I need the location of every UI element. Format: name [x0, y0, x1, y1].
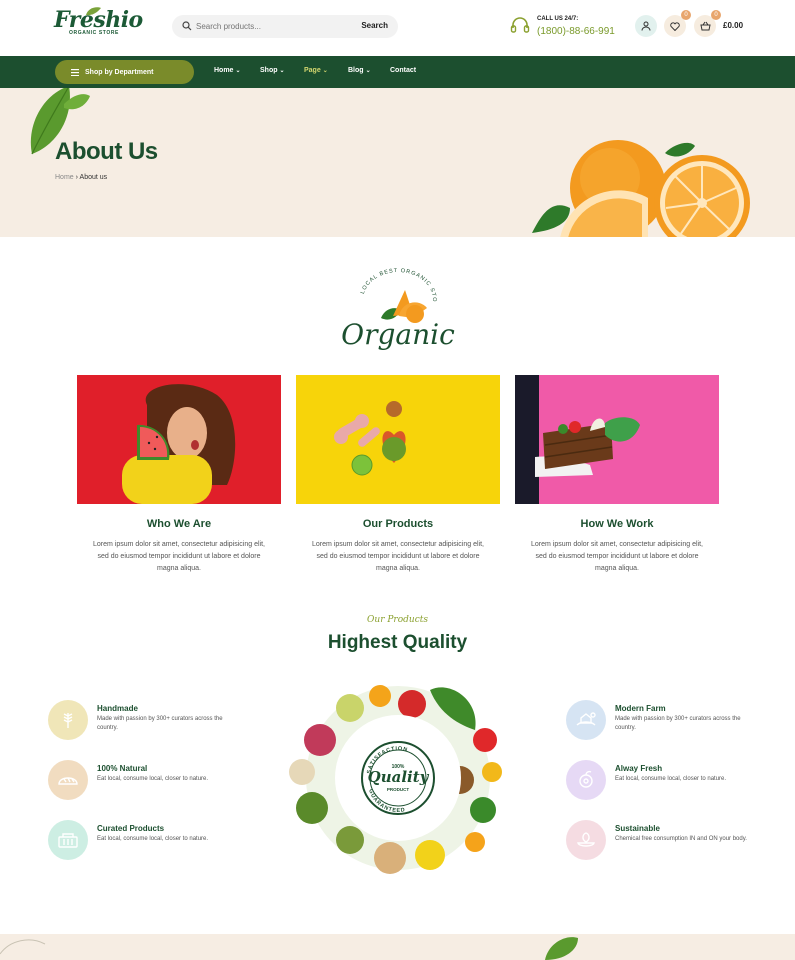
organic-script-logo: Organic [341, 318, 455, 351]
card-title: How We Work [580, 518, 654, 530]
shop-by-department-button[interactable]: Shop by Department [55, 60, 194, 84]
chevron-down-icon: ⌄ [279, 68, 285, 74]
search-icon [182, 21, 192, 31]
page-title: About Us [55, 138, 158, 165]
nav-label: Shop [260, 67, 278, 74]
feature-title: 100% Natural [97, 764, 148, 773]
feature-modern-farm: Modern Farm Made with passion by 300+ cu… [566, 700, 756, 740]
card-text: Lorem ipsum dolor sit amet, consectetur … [312, 541, 484, 572]
card-title: Who We Are [146, 518, 212, 530]
card-title: Our Products [362, 518, 434, 530]
feature-desc: Made with passion by 300+ curators acros… [97, 716, 223, 731]
leaf-decoration-icon [0, 937, 578, 960]
feature-always-fresh: Alway Fresh Eat local, consume local, cl… [566, 760, 756, 800]
cart-button[interactable]: 0 [694, 10, 721, 37]
section-subtitle: Our Products [367, 615, 428, 625]
search-input[interactable] [196, 19, 346, 34]
healthy-food-image [296, 375, 500, 504]
breadcrumb-home[interactable]: Home [55, 174, 74, 181]
feature-title: Modern Farm [615, 704, 666, 713]
card-text: Lorem ipsum dolor sit amet, consectetur … [531, 541, 703, 572]
fresh-icon [566, 760, 606, 800]
cart-total[interactable]: £0.00 [723, 21, 743, 30]
nav-label: Blog [348, 67, 364, 74]
leaf-logo-icon [86, 7, 101, 16]
nav-item-page[interactable]: Page ⌄ [304, 67, 328, 74]
breadcrumb-current: About us [79, 174, 108, 181]
card-our-products: Our Products Lorem ipsum dolor sit amet,… [296, 375, 500, 575]
section-title: Highest Quality [327, 632, 468, 653]
breadcrumb-separator: › [75, 174, 78, 181]
card-how-we-work: How We Work Lorem ipsum dolor sit amet, … [515, 375, 719, 575]
card-text: Lorem ipsum dolor sit amet, consectetur … [93, 541, 265, 572]
nav-item-shop[interactable]: Shop ⌄ [260, 67, 285, 74]
sustainable-icon [566, 820, 606, 860]
feature-desc: Chemical free consumption IN and ON your… [615, 836, 747, 842]
vegetable-bowl-image: SATISFACTION GUARANTEED 100% Quality PRO… [280, 680, 516, 876]
menu-icon [71, 68, 79, 76]
feature-title: Sustainable [615, 824, 660, 833]
feature-sustainable: Sustainable Chemical free consumption IN… [566, 820, 756, 860]
chevron-down-icon: ⌄ [322, 68, 328, 74]
feature-title: Curated Products [97, 824, 165, 833]
basket-icon [699, 21, 711, 31]
farm-icon [566, 700, 606, 740]
wishlist-count-badge: 0 [681, 10, 691, 20]
emblem-arc-text: LOCAL BEST ORGANIC STORE [355, 268, 436, 303]
brand-tagline: ORGANIC STORE [69, 30, 119, 36]
feature-natural: 100% Natural Eat local, consume local, c… [48, 760, 238, 800]
nav-label: Home [214, 67, 234, 74]
card-who-we-are: Who We Are Lorem ipsum dolor sit amet, c… [77, 375, 281, 575]
heart-icon [670, 21, 680, 31]
nav-label: Contact [390, 67, 417, 74]
basket-icon [48, 820, 88, 860]
oranges-image [532, 140, 750, 237]
feature-desc: Made with passion by 300+ curators acros… [615, 716, 741, 731]
search-button[interactable]: Search [361, 21, 388, 30]
seal-product: PRODUCT [387, 787, 410, 792]
nav-item-blog[interactable]: Blog ⌄ [348, 67, 371, 74]
main-navigation: Shop by Department Home ⌄ Shop ⌄ Page ⌄ Blo… [0, 56, 795, 88]
cart-count-badge: 0 [711, 10, 721, 20]
feature-handmade: Handmade Made with passion by 300+ curat… [48, 700, 238, 740]
bread-icon [48, 760, 88, 800]
search-bar: Search [172, 15, 398, 38]
chevron-down-icon: ⌄ [365, 68, 371, 74]
vegetable-crate-image [515, 375, 719, 504]
woman-watermelon-image [77, 375, 281, 504]
breadcrumb: Home › About us [55, 174, 107, 181]
nav-label: Page [304, 67, 321, 74]
feature-desc: Eat local, consume local, closer to natu… [97, 776, 209, 782]
user-icon [641, 21, 651, 31]
account-button[interactable] [635, 15, 657, 37]
feature-curated: Curated Products Eat local, consume loca… [48, 820, 238, 860]
brand-logo[interactable]: Freshio ORGANIC STORE [54, 7, 143, 46]
organic-emblem: LOCAL BEST ORGANIC STORE Organic [337, 268, 459, 364]
nav-item-home[interactable]: Home ⌄ [214, 67, 240, 74]
site-header: Freshio ORGANIC STORE Search CALL US 24/… [0, 0, 795, 56]
chevron-down-icon: ⌄ [235, 68, 241, 74]
svg-text:LOCAL BEST ORGANIC STORE: LOCAL BEST ORGANIC STORE [355, 268, 437, 303]
wheat-icon [48, 700, 88, 740]
feature-title: Handmade [97, 704, 138, 713]
feature-desc: Eat local, consume local, closer to natu… [97, 836, 209, 842]
feature-desc: Eat local, consume local, closer to natu… [615, 776, 727, 782]
headset-icon [510, 17, 530, 33]
next-section-strip [0, 934, 795, 960]
call-label: CALL US 24/7: [537, 16, 579, 22]
nav-item-contact[interactable]: Contact [390, 67, 416, 74]
seal-word: Quality [368, 768, 430, 786]
page-hero: About Us Home › About us [0, 88, 795, 237]
phone-number[interactable]: (1800)-88-66-991 [537, 26, 615, 37]
feature-title: Alway Fresh [615, 764, 663, 773]
department-label: Shop by Department [85, 68, 154, 76]
wishlist-button[interactable]: 0 [664, 10, 691, 37]
